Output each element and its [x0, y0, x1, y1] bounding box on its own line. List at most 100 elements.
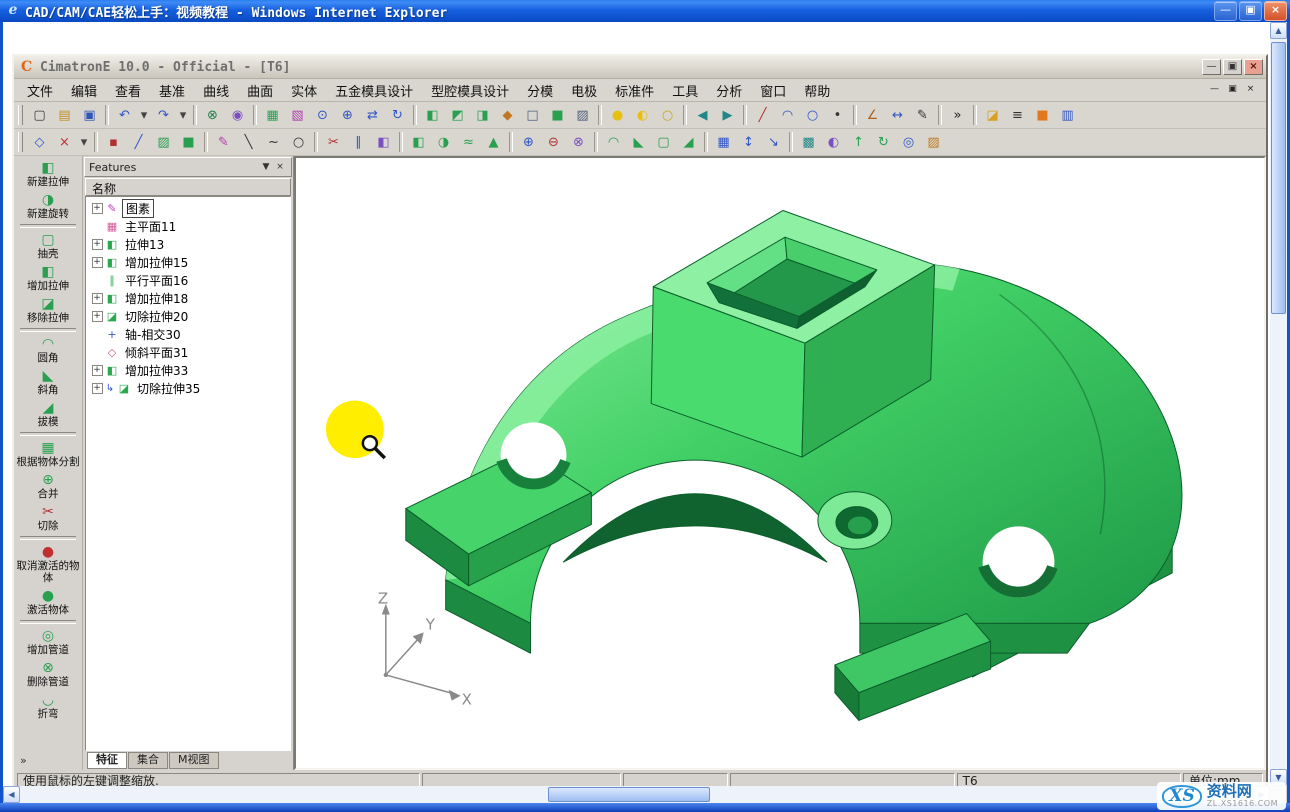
- feature-tool-6[interactable]: ◣斜角: [14, 366, 82, 398]
- loft-tool-button[interactable]: ▲: [481, 131, 506, 154]
- redo-dropdown-button[interactable]: ▾: [176, 104, 190, 127]
- prev-view-button[interactable]: ◀: [690, 104, 715, 127]
- tree-item-label[interactable]: 倾斜平面31: [122, 344, 191, 361]
- boolean-intersect-button[interactable]: ⊗: [566, 131, 591, 154]
- show-all-button[interactable]: ▦: [260, 104, 285, 127]
- menu-item-7[interactable]: 五金模具设计: [326, 79, 422, 102]
- boolean-add-button[interactable]: ⊕: [516, 131, 541, 154]
- tree-item-7[interactable]: +轴-相交30: [90, 325, 290, 343]
- feature-tool-4[interactable]: ◪移除拉伸: [14, 294, 82, 326]
- tree-item-label[interactable]: 增加拉伸18: [122, 290, 191, 307]
- pan-view-button[interactable]: ⇄: [360, 104, 385, 127]
- feature-tool-3[interactable]: ◧增加拉伸: [14, 262, 82, 294]
- app-close-button[interactable]: ×: [1244, 59, 1263, 75]
- material-box-button[interactable]: ■: [1030, 104, 1055, 127]
- toolbar-overflow-button[interactable]: »: [945, 104, 970, 127]
- tree-expander[interactable]: +: [92, 311, 103, 322]
- draft-tool-button[interactable]: ◢: [676, 131, 701, 154]
- tree-item-0[interactable]: +✎图素: [90, 199, 290, 217]
- menu-item-5[interactable]: 曲面: [238, 79, 282, 102]
- surface-analysis-button[interactable]: ◐: [821, 131, 846, 154]
- light-settings-button[interactable]: ◐: [630, 104, 655, 127]
- tree-item-label[interactable]: 主平面11: [122, 218, 179, 235]
- left-tools-overflow-chevron[interactable]: »: [14, 753, 82, 768]
- undo-dropdown-button[interactable]: ▾: [137, 104, 151, 127]
- menu-item-13[interactable]: 分析: [707, 79, 751, 102]
- menu-item-12[interactable]: 工具: [663, 79, 707, 102]
- attach-link-button[interactable]: ⊗: [200, 104, 225, 127]
- feature-tool-15[interactable]: ◡折弯: [14, 690, 82, 722]
- feature-tool-10[interactable]: ✂切除: [14, 502, 82, 534]
- revolve-tool-button[interactable]: ◑: [431, 131, 456, 154]
- feature-tool-7[interactable]: ◢拔模: [14, 398, 82, 430]
- open-file-button[interactable]: ▤: [52, 104, 77, 127]
- line-tool-button[interactable]: ╲: [236, 131, 261, 154]
- menu-item-0[interactable]: 文件: [18, 79, 62, 102]
- display-list-button[interactable]: ≡: [1005, 104, 1030, 127]
- new-document-button[interactable]: ▢: [27, 104, 52, 127]
- view-iso-button[interactable]: ◆: [495, 104, 520, 127]
- select-edge-button[interactable]: ╱: [126, 131, 151, 154]
- env-map-button[interactable]: ◎: [896, 131, 921, 154]
- sweep-tool-button[interactable]: ≈: [456, 131, 481, 154]
- horizontal-scrollbar[interactable]: ◀ ▶: [3, 786, 1270, 803]
- shell-tool-button[interactable]: ▢: [651, 131, 676, 154]
- tree-item-label[interactable]: 切除拉伸35: [134, 380, 203, 397]
- menu-item-8[interactable]: 型腔模具设计: [422, 79, 518, 102]
- sketch-line-button[interactable]: ╱: [750, 104, 775, 127]
- circle-tool-button[interactable]: ○: [286, 131, 311, 154]
- hidden-line-mode-button[interactable]: ▨: [570, 104, 595, 127]
- refresh-mesh-button[interactable]: ↻: [871, 131, 896, 154]
- texture-button[interactable]: ▨: [921, 131, 946, 154]
- mirror-tool-button[interactable]: ◧: [371, 131, 396, 154]
- vertical-scroll-thumb[interactable]: [1271, 42, 1286, 314]
- palette-button[interactable]: ▥: [1055, 104, 1080, 127]
- doc-close-button[interactable]: ×: [1243, 84, 1258, 97]
- feature-tool-11[interactable]: ●取消激活的物体: [14, 542, 82, 586]
- view-top-button[interactable]: ◩: [445, 104, 470, 127]
- feature-tool-1[interactable]: ◑新建旋转: [14, 190, 82, 222]
- tree-item-1[interactable]: ▦主平面11: [90, 217, 290, 235]
- feature-tool-2[interactable]: ▢抽壳: [14, 230, 82, 262]
- feature-tool-13[interactable]: ◎增加管道: [14, 626, 82, 658]
- viewport[interactable]: Z Y X: [294, 156, 1266, 770]
- sketch-point-button[interactable]: •: [825, 104, 850, 127]
- zoom-in-button[interactable]: ⊕: [335, 104, 360, 127]
- feature-tool-9[interactable]: ⊕合并: [14, 470, 82, 502]
- browser-close-button[interactable]: ×: [1264, 1, 1287, 21]
- wireframe-mode-button[interactable]: □: [520, 104, 545, 127]
- feature-tool-8[interactable]: ▦根据物体分割: [14, 438, 82, 470]
- select-vertex-button[interactable]: ▪: [101, 131, 126, 154]
- view-side-button[interactable]: ◨: [470, 104, 495, 127]
- save-button[interactable]: ▣: [77, 104, 102, 127]
- tree-item-5[interactable]: +◧增加拉伸18: [90, 289, 290, 307]
- horizontal-scroll-thumb[interactable]: [548, 787, 710, 802]
- tree-item-label[interactable]: 切除拉伸20: [122, 308, 191, 325]
- toolbar-grip[interactable]: [18, 105, 23, 125]
- feature-tool-12[interactable]: ●激活物体: [14, 586, 82, 618]
- shaded-mode-button[interactable]: ■: [545, 104, 570, 127]
- tree-item-3[interactable]: +◧增加拉伸15: [90, 253, 290, 271]
- scroll-left-button[interactable]: ◀: [3, 786, 20, 803]
- tree-item-2[interactable]: +◧拉伸13: [90, 235, 290, 253]
- menu-item-6[interactable]: 实体: [282, 79, 326, 102]
- select-face-button[interactable]: ▨: [151, 131, 176, 154]
- menu-item-1[interactable]: 编辑: [62, 79, 106, 102]
- trim-tool-button[interactable]: ✂: [321, 131, 346, 154]
- menu-item-2[interactable]: 查看: [106, 79, 150, 102]
- tree-expander[interactable]: +: [92, 293, 103, 304]
- feature-tool-14[interactable]: ⊗删除管道: [14, 658, 82, 690]
- menu-item-4[interactable]: 曲线: [194, 79, 238, 102]
- tree-expander[interactable]: +: [92, 257, 103, 268]
- repaint-button[interactable]: ▧: [285, 104, 310, 127]
- app-minimize-button[interactable]: —: [1202, 59, 1221, 75]
- menu-item-10[interactable]: 电极: [562, 79, 606, 102]
- tree-expander[interactable]: +: [92, 239, 103, 250]
- menu-item-11[interactable]: 标准件: [606, 79, 663, 102]
- panel-tab-2[interactable]: M视图: [169, 752, 219, 769]
- snapshot-button[interactable]: ◉: [225, 104, 250, 127]
- tree-column-header[interactable]: 名称: [85, 178, 291, 196]
- tree-item-8[interactable]: ◇倾斜平面31: [90, 343, 290, 361]
- pin-icon[interactable]: ▼: [259, 162, 273, 172]
- dimension-button[interactable]: ↔: [885, 104, 910, 127]
